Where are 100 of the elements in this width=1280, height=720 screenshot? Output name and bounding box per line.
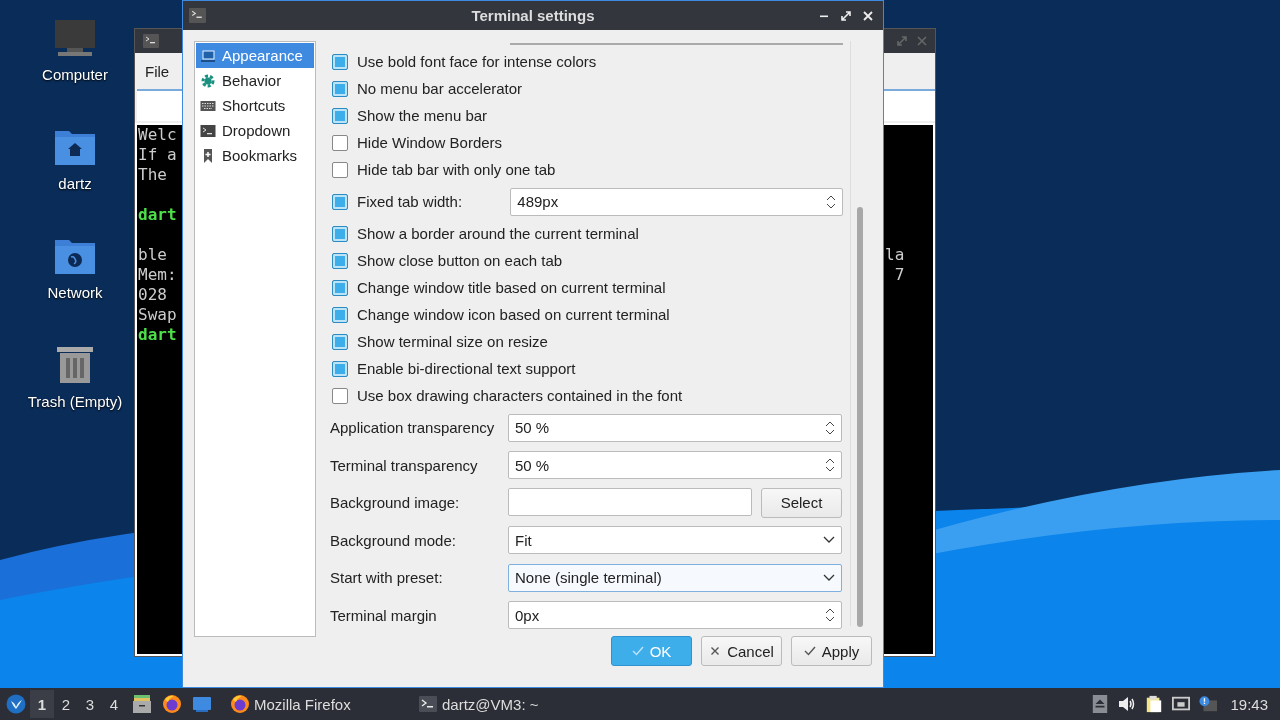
monitor-icon[interactable]	[55, 18, 95, 58]
clipboard-icon[interactable]	[1145, 695, 1164, 713]
chevron-down-icon	[823, 573, 835, 582]
chevron-down-icon	[823, 536, 835, 545]
terminal-text: la	[885, 245, 905, 265]
field-label: Application transparency	[330, 419, 496, 437]
checkbox[interactable]	[332, 252, 348, 269]
cancel-button[interactable]: Cancel	[701, 636, 782, 666]
checkbox[interactable]	[332, 161, 348, 178]
desktop-icon[interactable]	[192, 694, 212, 714]
menu-item[interactable]: File	[145, 62, 170, 80]
field-label: Background image:	[330, 494, 461, 512]
select-button[interactable]: Select	[761, 487, 842, 518]
checkbox-label[interactable]: Show terminal size on resize	[357, 333, 548, 350]
dropdown[interactable]: Fit	[508, 526, 842, 555]
category-item[interactable]: Behavior	[196, 68, 314, 93]
terminal-icon	[418, 694, 438, 714]
file-cabinet-icon[interactable]	[132, 694, 152, 714]
checkbox-label[interactable]: Show the menu bar	[357, 107, 488, 124]
notification-icon[interactable]	[1199, 695, 1218, 713]
field-label: Terminal margin	[330, 606, 438, 624]
desktop-icon-label[interactable]: Trash (Empty)	[27, 393, 123, 410]
field-label: Background mode:	[330, 531, 457, 549]
terminal-text: 028	[138, 285, 167, 305]
field-label: Start with preset:	[330, 569, 444, 587]
checkbox-label[interactable]: Show a border around the current terminal	[357, 225, 639, 242]
workspace-button[interactable]: 2	[54, 690, 78, 718]
checkbox-label[interactable]: Hide Window Borders	[357, 134, 503, 151]
terminal-text: dart	[138, 205, 177, 225]
checkbox-label[interactable]: Use box drawing characters contained in the font	[357, 387, 683, 404]
checkmark-icon	[631, 645, 644, 657]
gear-icon	[200, 72, 216, 89]
terminal-text: 7	[893, 265, 905, 285]
checkbox-label[interactable]: Use bold font face for intense colors	[357, 53, 597, 70]
spin-box[interactable]: 50 %	[508, 413, 842, 442]
terminal-text: Swap	[138, 305, 177, 325]
spin-arrows-icon	[825, 419, 835, 436]
browser-icon	[230, 694, 250, 714]
checkbox-label[interactable]: Show close button on each tab	[357, 252, 563, 269]
desktop-icon-label[interactable]: Network	[47, 284, 103, 301]
terminal-text: The	[138, 165, 167, 185]
checkmark-icon	[803, 645, 816, 657]
eject-icon[interactable]	[1091, 695, 1110, 713]
checkbox[interactable]	[332, 107, 348, 124]
checkbox[interactable]	[332, 225, 348, 242]
spin-box[interactable]: 0px	[508, 601, 842, 630]
checkbox[interactable]	[332, 360, 348, 377]
workspace-button[interactable]: 3	[78, 690, 102, 718]
terminal-icon	[200, 122, 216, 139]
window-title: Terminal settings	[471, 7, 595, 24]
clock[interactable]: 19:43	[1230, 695, 1268, 713]
spin-arrows-icon	[825, 457, 835, 474]
terminal-text: If a	[138, 145, 177, 165]
volume-icon[interactable]	[1118, 695, 1137, 713]
checkbox[interactable]	[332, 333, 348, 350]
terminal-text: Welc	[138, 125, 177, 145]
spin-box[interactable]: 50 %	[508, 451, 842, 480]
checkbox-label[interactable]: Hide tab bar with only one tab	[357, 161, 556, 178]
checkbox[interactable]	[332, 53, 348, 70]
close-icon	[709, 645, 722, 657]
checkbox[interactable]	[332, 387, 348, 404]
apply-button[interactable]: Apply	[791, 636, 872, 666]
category-item[interactable]: Dropdown	[196, 118, 314, 143]
workspace-button[interactable]: 4	[102, 690, 126, 718]
maximize-icon[interactable]	[841, 10, 851, 21]
spin-arrows-icon	[825, 607, 835, 624]
spin-box[interactable]: 489px	[510, 187, 843, 216]
workspace-button[interactable]: 1	[30, 690, 54, 718]
category-item[interactable]: Appearance	[196, 43, 314, 68]
checkbox-label[interactable]: Change window icon based on current terminal	[357, 306, 670, 323]
checkbox[interactable]	[332, 80, 348, 97]
dropdown[interactable]: None (single terminal)	[508, 563, 842, 592]
input-field[interactable]	[508, 487, 752, 516]
checkbox-label[interactable]: Enable bi-directional text support	[357, 360, 576, 377]
trash-icon[interactable]	[55, 345, 95, 385]
checkbox-label[interactable]: No menu bar accelerator	[357, 80, 523, 97]
terminal-icon	[143, 34, 159, 48]
start-menu-icon[interactable]	[6, 694, 26, 714]
network-icon[interactable]	[1172, 695, 1191, 713]
taskbar-task[interactable]: Mozilla Firefox	[226, 688, 414, 720]
terminal-text: Mem:	[138, 265, 177, 285]
scrollbar[interactable]	[857, 207, 863, 627]
screen-icon	[200, 47, 216, 64]
checkbox[interactable]	[332, 279, 348, 296]
spin-arrows-icon	[826, 193, 836, 210]
checkbox[interactable]	[332, 193, 348, 210]
restore-icon[interactable]	[897, 36, 907, 46]
category-item[interactable]: Shortcuts	[196, 93, 314, 118]
terminal-text: dart	[138, 325, 177, 345]
desktop-icon-label[interactable]: Computer	[42, 66, 108, 83]
desktop-icon-label[interactable]: dartz	[58, 175, 92, 192]
checkbox[interactable]	[332, 306, 348, 323]
checkbox[interactable]	[332, 134, 348, 151]
browser-icon[interactable]	[162, 694, 182, 714]
terminal-icon	[189, 8, 206, 23]
taskbar-task[interactable]: dartz@VM3: ~	[414, 688, 543, 720]
category-item[interactable]: Bookmarks	[196, 143, 314, 168]
terminal-text: ble	[138, 245, 167, 265]
checkbox-label[interactable]: Fixed tab width:	[357, 193, 511, 210]
checkbox-label[interactable]: Change window title based on current terminal	[357, 279, 666, 296]
